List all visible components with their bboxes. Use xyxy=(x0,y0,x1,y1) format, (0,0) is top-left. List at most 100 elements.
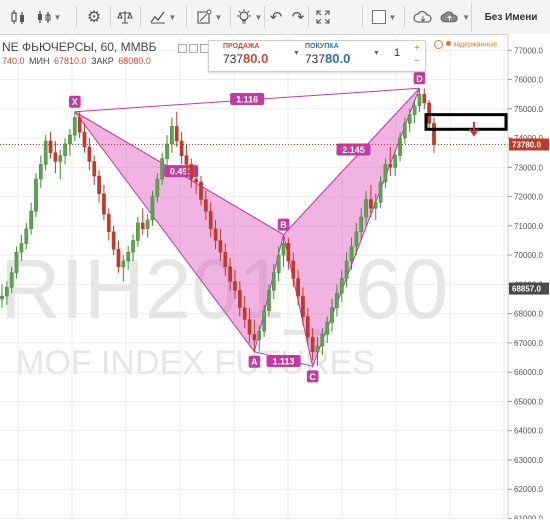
toolbar-divider xyxy=(140,6,141,28)
candle-body xyxy=(204,199,208,212)
candle-body xyxy=(68,134,72,145)
candle-body xyxy=(53,152,58,162)
legend-settings-icon[interactable] xyxy=(189,44,198,53)
symbol-title: NE ФЬЮЧЕРСЫ, 60, ММВБ xyxy=(2,40,157,54)
drawing-tools-icon[interactable]: ▼ xyxy=(192,5,226,29)
candle-body xyxy=(165,143,169,159)
candle-body xyxy=(383,164,388,183)
candle-body xyxy=(223,251,228,268)
toolbar-divider xyxy=(76,6,77,28)
toolbar-divider xyxy=(362,6,363,28)
toolbar-divider xyxy=(110,6,111,28)
chart-area[interactable]: RIH201_ 60 MOF INDEX FUTURES X A B C D 1.116 0… xyxy=(0,17,550,524)
toolbar-divider xyxy=(186,6,187,28)
fullscreen-icon[interactable] xyxy=(312,5,334,29)
candle-body xyxy=(189,164,194,180)
candle-body xyxy=(136,222,140,241)
sell-price-main: 737 xyxy=(223,52,244,66)
axis-tick-label: 70000.0 xyxy=(514,251,543,260)
candle-body xyxy=(393,155,398,168)
layout-select[interactable]: ▼ xyxy=(368,5,400,29)
candle-body xyxy=(271,272,276,291)
delayed-data-status: задержанные xyxy=(434,40,497,49)
quantity-minus-button[interactable]: − xyxy=(411,56,423,67)
candle-body xyxy=(315,345,320,352)
pattern-point-c: C xyxy=(309,372,316,382)
candle-body xyxy=(417,93,422,107)
cloud-load-icon[interactable] xyxy=(408,5,438,29)
sell-label: ПРОДАЖА xyxy=(223,43,260,50)
candle-body xyxy=(92,161,97,177)
candle-body xyxy=(0,295,4,300)
quantity-plus-button[interactable]: + xyxy=(411,43,423,54)
chevron-down-icon[interactable]: ▼ xyxy=(293,50,300,57)
axis-tick-label: 77000.0 xyxy=(514,46,543,55)
quantity-field[interactable]: 1 xyxy=(387,47,407,59)
candle-body xyxy=(102,193,106,215)
legend-close-label: ЗАКР xyxy=(91,56,114,66)
candle-body xyxy=(150,196,155,221)
status-dot-icon xyxy=(446,41,451,47)
candle-body xyxy=(9,272,14,288)
chevron-down-icon: ▼ xyxy=(254,12,263,22)
candle-body xyxy=(184,155,189,165)
candle-body xyxy=(97,175,101,194)
undo-icon[interactable]: ↶ xyxy=(266,5,286,29)
ideas-lightbulb-icon[interactable]: ▼ xyxy=(232,5,266,29)
candle-body xyxy=(228,266,232,282)
chevron-down-icon[interactable]: ▼ xyxy=(373,50,380,57)
candle-body xyxy=(267,289,271,311)
layout-square-icon xyxy=(371,10,386,24)
candle-body xyxy=(432,123,436,145)
sell-button[interactable]: ПРОДАЖА 73780.0 xyxy=(223,43,303,69)
candle-body xyxy=(87,146,92,162)
axis-tick-label: 67000.0 xyxy=(514,339,543,348)
drawn-rectangle xyxy=(424,113,508,131)
indicators-icon[interactable]: ▼ xyxy=(146,5,180,29)
compare-scales-icon[interactable] xyxy=(114,5,136,29)
candle-body xyxy=(286,243,291,262)
candle-body xyxy=(106,213,111,232)
price-chart[interactable]: RIH201_ 60 MOF INDEX FUTURES XABCD1.1160… xyxy=(0,17,550,524)
candle-body xyxy=(194,178,199,183)
legend-hide-icon[interactable] xyxy=(178,44,187,53)
bar-style-icon[interactable]: ▼ xyxy=(34,5,64,29)
ratio-xb: 0.491 xyxy=(170,167,193,177)
chevron-down-icon: ▼ xyxy=(462,12,470,22)
candle-body xyxy=(320,333,325,347)
chevron-down-icon: ▼ xyxy=(168,12,177,22)
candle-body xyxy=(349,246,354,262)
candle-body xyxy=(140,222,145,230)
toolbar-divider xyxy=(264,6,265,28)
sell-price-tail: 80.0 xyxy=(243,51,269,66)
delayed-label: задержанные xyxy=(453,41,498,49)
candle-body xyxy=(301,295,305,317)
legend-low-value: 67810.0 xyxy=(54,56,87,66)
candle-body xyxy=(19,243,24,253)
toolbar-divider xyxy=(230,6,231,28)
redo-icon[interactable]: ↷ xyxy=(288,5,308,29)
gear-icon[interactable]: ⚙ xyxy=(82,5,106,29)
legend-low-label: МИН xyxy=(29,56,50,66)
axis-tick-label: 66000.0 xyxy=(514,368,543,377)
candle-body xyxy=(145,219,150,230)
chevron-down-icon: ▼ xyxy=(53,12,62,22)
account-name-button[interactable]: Без Имени xyxy=(471,2,550,32)
legend-controls[interactable] xyxy=(178,40,211,58)
axis-tick-label: 61000.0 xyxy=(514,515,543,520)
candles-icon[interactable] xyxy=(4,5,32,29)
candle-body xyxy=(63,143,67,156)
candle-body xyxy=(126,251,131,262)
legend-partial-value: 740.0 xyxy=(2,56,25,66)
candle-body xyxy=(199,181,203,200)
axis-tick-label: 75000.0 xyxy=(514,105,543,114)
candle-body xyxy=(281,243,286,256)
crosshair-price-label: 68857.0 xyxy=(512,285,541,294)
cloud-save-icon[interactable]: ▼ xyxy=(440,5,470,29)
pattern-point-x: X xyxy=(72,97,78,107)
axis-tick-label: 63000.0 xyxy=(514,456,543,465)
candle-body xyxy=(14,251,19,273)
candle-body xyxy=(407,114,412,124)
candle-body xyxy=(58,155,63,162)
candle-body xyxy=(364,199,368,218)
